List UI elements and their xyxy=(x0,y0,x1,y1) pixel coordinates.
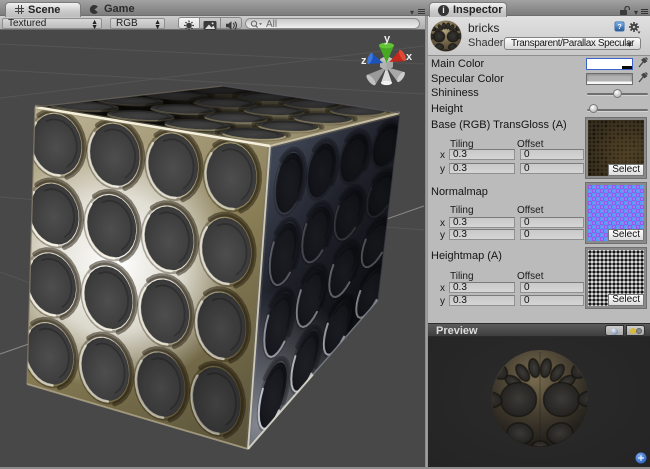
svg-text:x: x xyxy=(406,51,413,63)
svg-text:z: z xyxy=(361,55,367,67)
svg-text:y: y xyxy=(384,33,391,45)
svg-text:?: ? xyxy=(617,22,622,31)
